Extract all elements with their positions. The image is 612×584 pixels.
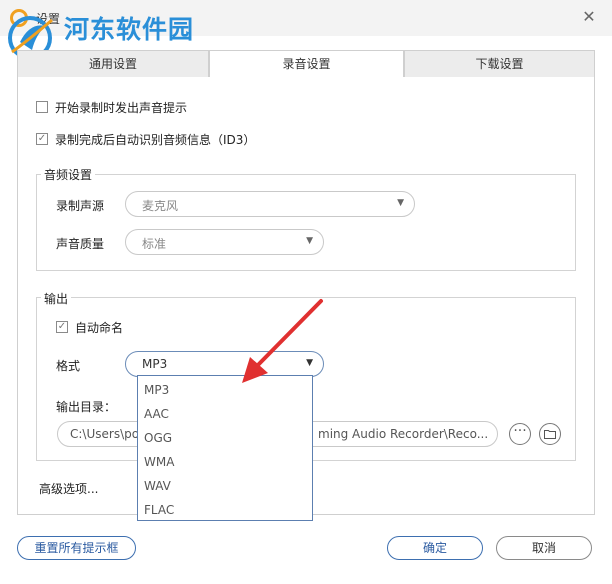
tab-general[interactable]: 通用设置 [17,50,209,78]
sound-prompt-label: 开始录制时发出声音提示 [55,100,188,115]
more-icon[interactable]: ··· [509,423,531,445]
ok-button[interactable]: 确定 [387,536,483,560]
auto-name-label: 自动命名 [75,320,124,335]
dir-label: 输出目录： [56,400,117,414]
sound-prompt-option[interactable]: 开始录制时发出声音提示 [36,98,187,116]
checkmark-icon: ✓ [57,321,67,332]
format-option-aac[interactable]: AAC [144,402,169,426]
app-icon [10,9,28,27]
sound-prompt-checkbox[interactable] [36,101,48,113]
quality-label: 声音质量 [56,237,105,251]
quality-select[interactable]: 标准 ▼ [125,229,324,255]
format-option-wav[interactable]: WAV [144,474,171,498]
format-option-flac[interactable]: FLAC [144,498,174,522]
output-dir-value-tail: ming Audio Recorder\Reco... [318,427,489,441]
format-option-mp3[interactable]: MP3 [144,378,169,402]
annotation-arrow [242,299,323,383]
advanced-options-link[interactable]: 高级选项... [39,480,98,497]
format-option-ogg[interactable]: OGG [144,426,172,450]
source-label: 录制声源 [56,199,105,213]
id3-option[interactable]: ✓ 录制完成后自动识别音频信息（ID3） [36,130,255,148]
source-select[interactable]: 麦克风 ▼ [125,191,415,217]
audio-settings-group [36,174,576,271]
id3-checkbox[interactable]: ✓ [36,133,48,145]
auto-name-option[interactable]: ✓ 自动命名 [56,318,123,336]
checkmark-icon: ✓ [37,133,47,144]
title-bar: 设置 ✕ [0,0,612,36]
cancel-button[interactable]: 取消 [496,536,592,560]
auto-name-checkbox[interactable]: ✓ [56,321,68,333]
format-option-wma[interactable]: WMA [144,450,174,474]
tab-bar: 通用设置 录音设置 下载设置 [17,50,595,79]
chevron-down-icon: ▼ [397,198,404,208]
id3-label: 录制完成后自动识别音频信息（ID3） [55,132,256,147]
format-value: MP3 [142,357,168,371]
output-dir-value: C:\Users\po [70,427,140,441]
format-dropdown-list: MP3 AAC OGG WMA WAV FLAC [137,375,313,521]
source-value: 麦克风 [142,199,179,213]
window-title: 设置 [36,12,61,26]
tab-recording[interactable]: 录音设置 [209,50,404,79]
close-icon[interactable]: ✕ [578,6,600,28]
quality-value: 标准 [142,237,167,251]
output-title: 输出 [41,290,72,307]
audio-settings-title: 音频设置 [41,166,96,183]
chevron-down-icon: ▼ [306,236,313,246]
format-label: 格式 [56,359,81,373]
tab-download[interactable]: 下载设置 [404,50,595,78]
folder-glyph [544,430,556,439]
reset-prompts-button[interactable]: 重置所有提示框 [17,536,136,560]
folder-icon[interactable] [539,423,561,445]
